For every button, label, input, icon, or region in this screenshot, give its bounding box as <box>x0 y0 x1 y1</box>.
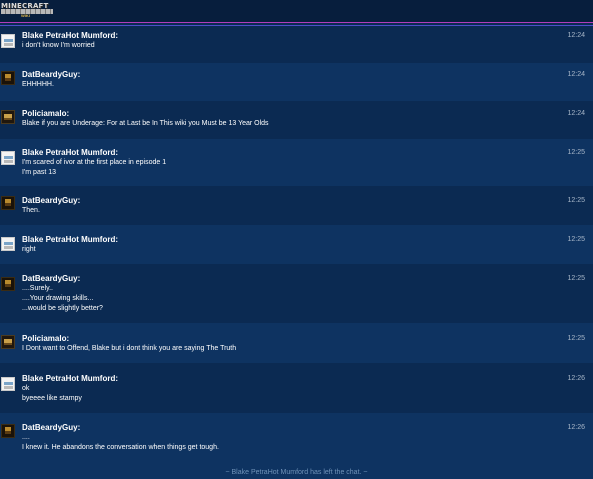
user-avatar-icon[interactable] <box>1 277 15 291</box>
chat-status-message: ~ Blake PetraHot Mumford has left the ch… <box>0 466 593 479</box>
message-timestamp: 12:25 <box>567 149 585 156</box>
message-timestamp: 12:24 <box>567 110 585 117</box>
chat-message: Blake PetraHot Mumford: 12:25 right <box>0 225 593 264</box>
message-timestamp: 12:25 <box>567 197 585 204</box>
chat-message: DatBeardyGuy: 12:24 EHHHHH. <box>0 63 593 101</box>
message-username[interactable]: Policiamalo: <box>22 334 69 344</box>
message-username[interactable]: DatBeardyGuy: <box>22 70 80 80</box>
message-text: I'm scared of ivor at the first place in… <box>22 159 167 166</box>
message-username[interactable]: Blake PetraHot Mumford: <box>22 148 118 158</box>
message-timestamp: 12:26 <box>567 375 585 382</box>
user-avatar-icon[interactable] <box>1 424 15 438</box>
message-text: .... <box>22 434 30 441</box>
message-text: Then. <box>22 207 40 214</box>
chat-header: MINECRAFT WIKI <box>0 0 593 22</box>
message-username[interactable]: DatBeardyGuy: <box>22 196 80 206</box>
message-username[interactable]: Blake PetraHot Mumford: <box>22 31 118 41</box>
message-timestamp: 12:25 <box>567 275 585 282</box>
header-divider-blue <box>0 25 593 26</box>
message-username[interactable]: DatBeardyGuy: <box>22 274 80 284</box>
logo-text-wiki: WIKI <box>21 13 30 18</box>
header-divider-purple <box>0 22 593 23</box>
message-username[interactable]: Blake PetraHot Mumford: <box>22 235 118 245</box>
message-timestamp: 12:25 <box>567 335 585 342</box>
chat-message: Blake PetraHot Mumford: 12:26 ok byeeee … <box>0 363 593 413</box>
message-text: right <box>22 246 36 253</box>
message-timestamp: 12:24 <box>567 32 585 39</box>
message-text: EHHHHH. <box>22 81 54 88</box>
chat-message: Blake PetraHot Mumford: 12:25 I'm scared… <box>0 139 593 186</box>
message-text: ....Surely.. <box>22 285 53 292</box>
message-text: byeeee like stampy <box>22 395 82 402</box>
minecraft-story-mode-wiki-logo[interactable]: MINECRAFT WIKI <box>1 2 53 18</box>
user-avatar-icon[interactable] <box>1 335 15 349</box>
chat-message: DatBeardyGuy: 12:26 .... I knew it. He a… <box>0 413 593 466</box>
user-avatar-icon[interactable] <box>1 71 15 85</box>
user-avatar-icon[interactable] <box>1 196 15 210</box>
chat-message: DatBeardyGuy: 12:25 ....Surely.. ....You… <box>0 264 593 323</box>
message-text: I'm past 13 <box>22 169 57 176</box>
message-text: I Dont want to Offend, Blake but i dont … <box>22 345 237 352</box>
chat-message: DatBeardyGuy: 12:25 Then. <box>0 186 593 225</box>
message-text: i don't know I'm worried <box>22 42 95 49</box>
message-text: ....Your drawing skills... <box>22 295 94 302</box>
logo-text-top: MINECRAFT <box>1 2 49 10</box>
chat-message: Blake PetraHot Mumford: 12:24 i don't kn… <box>0 27 593 63</box>
message-username[interactable]: Blake PetraHot Mumford: <box>22 374 118 384</box>
user-avatar-icon[interactable] <box>1 34 15 48</box>
user-avatar-icon[interactable] <box>1 110 15 124</box>
message-timestamp: 12:25 <box>567 236 585 243</box>
message-text: ok <box>22 385 30 392</box>
message-username[interactable]: Policiamalo: <box>22 109 69 119</box>
user-avatar-icon[interactable] <box>1 377 15 391</box>
user-avatar-icon[interactable] <box>1 151 15 165</box>
message-text: ...would be slightly better? <box>22 305 103 312</box>
chat-message-list[interactable]: Blake PetraHot Mumford: 12:24 i don't kn… <box>0 27 593 479</box>
message-username[interactable]: DatBeardyGuy: <box>22 423 80 433</box>
user-avatar-icon[interactable] <box>1 237 15 251</box>
chat-message: Policiamalo: 12:25 I Dont want to Offend… <box>0 323 593 363</box>
message-text: I knew it. He abandons the conversation … <box>22 444 219 451</box>
message-timestamp: 12:24 <box>567 71 585 78</box>
message-timestamp: 12:26 <box>567 424 585 431</box>
chat-message: Policiamalo: 12:24 Blake if you are Unde… <box>0 101 593 139</box>
message-text: Blake if you are Underage: For at Last b… <box>22 120 269 127</box>
